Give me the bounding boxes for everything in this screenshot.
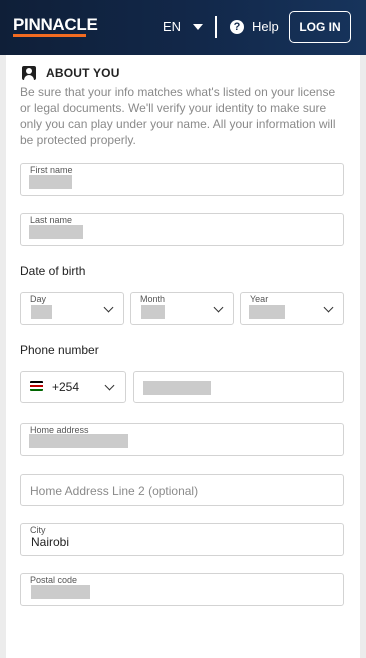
redacted-value: [141, 305, 165, 319]
help-icon: ?: [230, 19, 244, 34]
help-label: Help: [252, 19, 279, 34]
pinnacle-logo[interactable]: PINNACLE: [13, 15, 98, 35]
year-label: Year: [250, 294, 269, 304]
first-name-label: First name: [30, 165, 73, 175]
caret-down-icon: [193, 23, 204, 30]
header-divider: [215, 16, 217, 38]
city-label: City: [30, 525, 46, 535]
city-field[interactable]: City Nairobi: [20, 523, 344, 556]
date-of-birth-label: Date of birth: [20, 264, 86, 278]
redacted-value: [29, 225, 83, 239]
redacted-value: [29, 175, 72, 189]
last-name-label: Last name: [30, 215, 73, 225]
about-section-header: ABOUT YOU: [22, 66, 120, 80]
day-label: Day: [30, 294, 47, 304]
login-button[interactable]: LOG IN: [289, 11, 351, 43]
help-link[interactable]: ? Help: [230, 19, 279, 34]
redacted-value: [143, 381, 211, 395]
year-select[interactable]: Year: [240, 292, 344, 325]
city-value: Nairobi: [31, 535, 70, 549]
kenya-flag-icon: [30, 381, 43, 391]
phone-number-input[interactable]: [133, 371, 344, 403]
country-code-value: +254: [52, 380, 80, 394]
chevron-down-icon: [213, 302, 224, 313]
first-name-field[interactable]: First name: [20, 163, 344, 196]
address-line-2-field[interactable]: Home Address Line 2 (optional): [20, 474, 344, 506]
top-header: PINNACLE EN ? Help LOG IN: [0, 0, 366, 55]
redacted-value: [249, 305, 285, 319]
language-label: EN: [163, 19, 182, 34]
person-icon: [22, 66, 36, 80]
chevron-down-icon: [323, 302, 334, 313]
address-line-2-placeholder: Home Address Line 2 (optional): [30, 484, 199, 498]
last-name-field[interactable]: Last name: [20, 213, 344, 246]
language-selector[interactable]: EN: [163, 19, 204, 34]
redacted-value: [31, 585, 90, 599]
chevron-down-icon: [103, 302, 114, 313]
chevron-down-icon: [104, 380, 115, 391]
section-title: ABOUT YOU: [46, 66, 120, 80]
day-select[interactable]: Day: [20, 292, 124, 325]
home-address-field[interactable]: Home address: [20, 423, 344, 456]
postal-code-field[interactable]: Postal code: [20, 573, 344, 606]
month-select[interactable]: Month: [130, 292, 234, 325]
phone-number-label: Phone number: [20, 343, 99, 357]
redacted-value: [31, 305, 52, 319]
about-description: Be sure that your info matches what's li…: [20, 85, 336, 147]
redacted-value: [29, 434, 128, 448]
month-label: Month: [140, 294, 166, 304]
logo-underline: [13, 34, 86, 37]
postal-code-label: Postal code: [30, 575, 78, 585]
